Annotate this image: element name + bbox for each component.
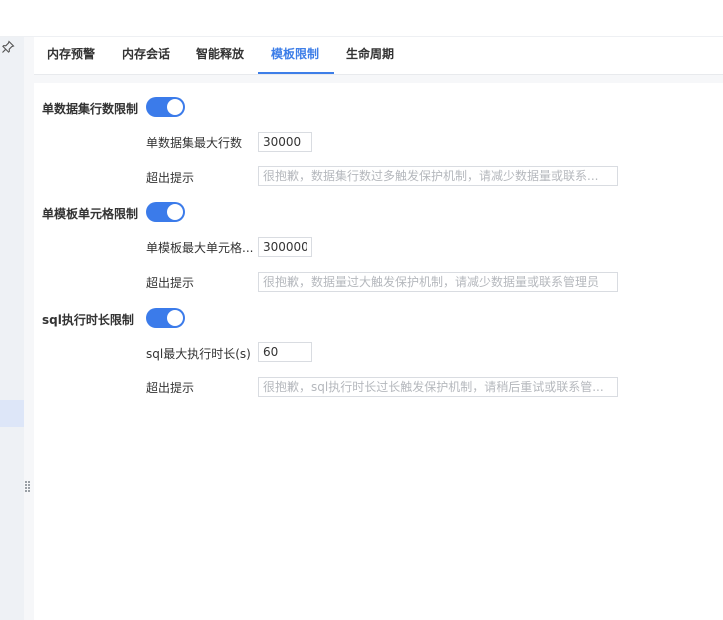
tab-template-limit[interactable]: 模板限制 — [271, 37, 319, 74]
content-top-strip — [34, 75, 723, 83]
label-dataset-max-rows: 单数据集最大行数 — [146, 136, 243, 150]
tab-smart-release[interactable]: 智能释放 — [196, 37, 244, 74]
tab-memory-session[interactable]: 内存会话 — [122, 37, 170, 74]
toggle-knob — [167, 310, 183, 326]
toggle-template-cells[interactable] — [146, 202, 185, 222]
dataset-tip-input[interactable] — [258, 166, 618, 186]
toggle-sql-duration[interactable] — [146, 308, 185, 328]
dataset-max-rows-input[interactable] — [258, 132, 312, 152]
tab-bar: 内存预警 内存会话 智能释放 模板限制 生命周期 — [34, 37, 723, 75]
toggle-dataset-rows[interactable] — [146, 97, 185, 117]
sidebar-gutter — [24, 37, 34, 620]
top-header-bar — [0, 0, 723, 36]
template-max-cells-input[interactable] — [258, 237, 312, 257]
label-sql-max-duration: sql最大执行时长(s) — [146, 347, 251, 361]
toggle-knob — [167, 204, 183, 220]
tab-lifecycle[interactable]: 生命周期 — [346, 37, 394, 74]
sql-max-duration-input[interactable] — [258, 342, 312, 362]
left-sidebar-rail — [0, 37, 24, 620]
tab-memory-warning[interactable]: 内存预警 — [47, 37, 95, 74]
label-dataset-tip: 超出提示 — [146, 171, 195, 185]
toggle-knob — [167, 99, 183, 115]
active-tab-indicator — [258, 72, 334, 74]
section-title-dataset-rows: 单数据集行数限制 — [42, 102, 139, 116]
sidebar-item-active[interactable] — [0, 400, 24, 427]
section-title-sql-duration: sql执行时长限制 — [42, 313, 134, 327]
main-panel: 内存预警 内存会话 智能释放 模板限制 生命周期 单数据集行数限制 单数据集最大… — [34, 37, 723, 620]
sql-tip-input[interactable] — [258, 377, 618, 397]
section-title-template-cells: 单模板单元格限制 — [42, 207, 139, 221]
drag-handle-icon[interactable] — [25, 481, 31, 492]
pin-icon[interactable] — [1, 40, 15, 54]
label-sql-tip: 超出提示 — [146, 381, 195, 395]
label-template-max-cells: 单模板最大单元格... — [146, 241, 254, 255]
template-tip-input[interactable] — [258, 272, 618, 292]
label-template-tip: 超出提示 — [146, 276, 195, 290]
